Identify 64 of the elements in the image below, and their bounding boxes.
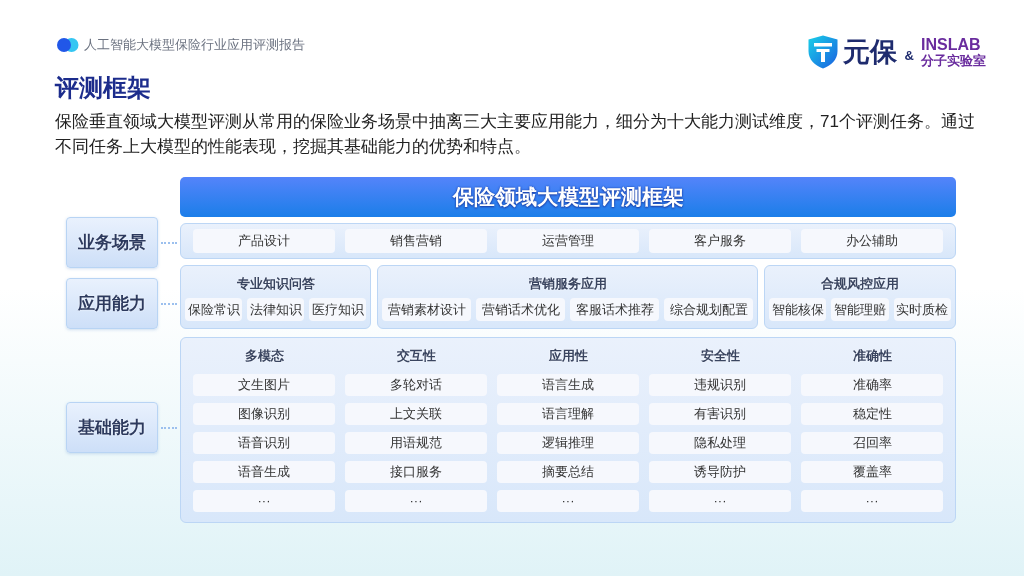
- column-title: 多模态: [243, 347, 285, 365]
- task-chip: ···: [193, 490, 335, 512]
- layer-label: 基础能力: [66, 402, 158, 453]
- task-chip: ···: [649, 490, 791, 512]
- task-chip: 语言生成: [497, 374, 639, 396]
- task-chip: 召回率: [801, 432, 943, 454]
- partner-subtitle: 分子实验室: [921, 52, 986, 68]
- brand-name: 元保: [842, 37, 897, 67]
- task-chip: 上文关联: [345, 403, 487, 425]
- task-chip: 多轮对话: [345, 374, 487, 396]
- section-title: 评测框架: [55, 75, 152, 101]
- task-chip: 图像识别: [193, 403, 335, 425]
- capability-chip: 智能核保: [769, 298, 827, 321]
- connector-line: [161, 241, 177, 244]
- framework-title-bar: 保险领域大模型评测框架: [180, 177, 956, 217]
- task-chip: 诱导防护: [649, 461, 791, 483]
- task-chip: 语言理解: [497, 403, 639, 425]
- column-title: 准确性: [851, 347, 893, 365]
- task-chip: 隐私处理: [649, 432, 791, 454]
- connector-line: [161, 426, 177, 429]
- scenario-chip: 运营管理: [497, 229, 639, 253]
- task-chip: 文生图片: [193, 374, 335, 396]
- group-title: 营销服务应用: [527, 275, 608, 293]
- capability-chip: 医疗知识: [309, 298, 366, 321]
- task-chip: 稳定性: [801, 403, 943, 425]
- task-chip: ···: [801, 490, 943, 512]
- task-chip: 覆盖率: [801, 461, 943, 483]
- task-chip: 有害识别: [649, 403, 791, 425]
- column-title: 安全性: [699, 347, 741, 365]
- layer-label: 应用能力: [66, 278, 158, 329]
- ampersand-text: &: [904, 47, 914, 66]
- task-chip: 语音识别: [193, 432, 335, 454]
- capability-chip: 实时质检: [893, 298, 951, 321]
- scenario-chip: 客户服务: [649, 229, 791, 253]
- capability-chip: 保险常识: [185, 298, 242, 321]
- task-chip: 接口服务: [345, 461, 487, 483]
- task-chip: ···: [345, 490, 487, 512]
- scenario-chip: 办公辅助: [801, 229, 943, 253]
- dots-logo-icon: [57, 38, 79, 52]
- connector-line: [161, 302, 177, 305]
- task-chip: 用语规范: [345, 432, 487, 454]
- shield-logo-icon: [807, 35, 838, 69]
- task-chip: 逻辑推理: [497, 432, 639, 454]
- group-title: 合规风控应用: [820, 275, 900, 293]
- scenario-chip: 销售营销: [345, 229, 487, 253]
- intro-paragraph: 保险垂直领域大模型评测从常用的保险业务场景中抽离三大主要应用能力，细分为十大能力测试维度，71个评测任务。通过不同任务上大模型的性能表现，挖掘其基础能力的优势和特点。: [55, 111, 976, 158]
- report-title: 人工智能大模型保险行业应用评测报告: [84, 37, 305, 53]
- capability-chip: 客服话术推荐: [570, 298, 659, 321]
- capability-chip: 综合规划配置: [664, 298, 753, 321]
- partner-name: INSLAB: [921, 36, 982, 53]
- group-title: 专业知识问答: [235, 275, 316, 293]
- column-title: 应用性: [547, 347, 589, 365]
- capability-chip: 法律知识: [247, 298, 304, 321]
- scenario-chip: 产品设计: [193, 229, 335, 253]
- task-chip: 违规识别: [649, 374, 791, 396]
- capability-chip: 营销素材设计: [382, 298, 471, 321]
- layer-label: 业务场景: [66, 217, 158, 268]
- capability-chip: 智能理赔: [831, 298, 889, 321]
- column-title: 交互性: [395, 347, 437, 365]
- task-chip: 语音生成: [193, 461, 335, 483]
- task-chip: ···: [497, 490, 639, 512]
- capability-chip: 营销话术优化: [476, 298, 565, 321]
- task-chip: 准确率: [801, 374, 943, 396]
- task-chip: 摘要总结: [497, 461, 639, 483]
